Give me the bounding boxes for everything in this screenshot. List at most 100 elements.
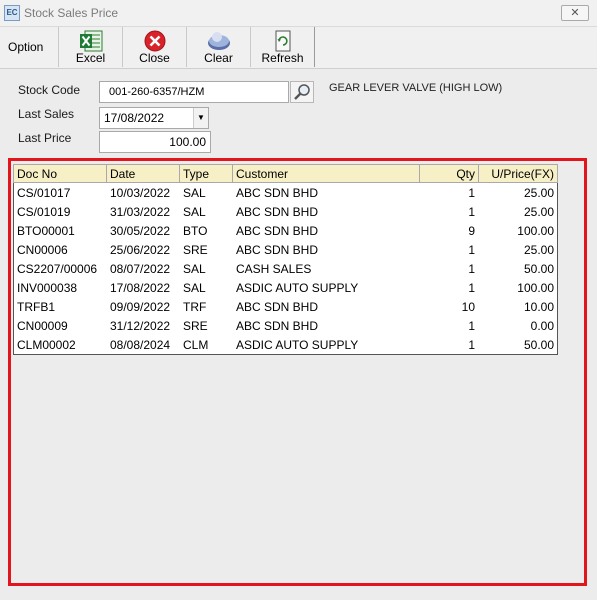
date-cell: 08/07/2022 bbox=[110, 261, 171, 276]
clear-label: Clear bbox=[204, 51, 233, 65]
type-cell: SAL bbox=[183, 261, 206, 276]
excel-icon bbox=[79, 30, 102, 52]
doc-no-cell: CS/01019 bbox=[13, 202, 107, 221]
qty-cell: 1 bbox=[468, 261, 475, 276]
column-header-unit-price[interactable]: U/Price(FX) bbox=[478, 164, 558, 183]
clear-icon bbox=[207, 32, 230, 50]
customer-cell: ABC SDN BHD bbox=[236, 223, 319, 238]
type-cell: SAL bbox=[183, 280, 206, 295]
close-button[interactable]: Close bbox=[122, 27, 187, 67]
stock-code-field[interactable]: 001-260-6357/HZM bbox=[99, 81, 289, 103]
window-title: Stock Sales Price bbox=[24, 6, 119, 20]
close-circle-icon bbox=[144, 30, 165, 52]
date-cell: 30/05/2022 bbox=[110, 223, 171, 238]
customer-cell: ASDIC AUTO SUPPLY bbox=[236, 280, 359, 295]
date-cell: 09/09/2022 bbox=[110, 299, 171, 314]
table-header-row: Doc No Date Type Customer Qty U/Price(FX… bbox=[13, 164, 558, 183]
unit-price-cell: 25.00 bbox=[478, 202, 558, 221]
qty-cell: 1 bbox=[468, 185, 475, 200]
doc-no-cell: CS2207/00006 bbox=[13, 259, 107, 278]
sales-price-grid-frame: Doc No Date Type Customer Qty U/Price(FX… bbox=[8, 158, 587, 586]
close-label: Close bbox=[139, 51, 170, 65]
doc-no-cell: CN00009 bbox=[13, 316, 107, 335]
table-row[interactable]: TRFB1 09/09/2022 TRF ABC SDN BHD 10 10.00 bbox=[13, 297, 558, 316]
qty-cell: 1 bbox=[468, 242, 475, 257]
table-row[interactable]: CN00009 31/12/2022 SRE ABC SDN BHD 1 0.00 bbox=[13, 316, 558, 335]
customer-cell: ABC SDN BHD bbox=[236, 242, 319, 257]
stock-search-button[interactable] bbox=[290, 81, 314, 103]
stock-code-label: Stock Code bbox=[18, 83, 81, 97]
last-sales-label: Last Sales bbox=[18, 107, 75, 121]
doc-no-cell: INV000038 bbox=[13, 278, 107, 297]
date-cell: 31/12/2022 bbox=[110, 318, 171, 333]
table-row[interactable]: CS/01017 10/03/2022 SAL ABC SDN BHD 1 25.00 bbox=[13, 182, 558, 202]
doc-no-cell: BTO00001 bbox=[13, 221, 107, 240]
stock-description: GEAR LEVER VALVE (HIGH LOW) bbox=[329, 82, 503, 94]
sales-price-table: Doc No Date Type Customer Qty U/Price(FX… bbox=[13, 164, 558, 355]
customer-cell: ABC SDN BHD bbox=[236, 299, 319, 314]
date-cell: 31/03/2022 bbox=[110, 204, 171, 219]
table-row[interactable]: BTO00001 30/05/2022 BTO ABC SDN BHD 9 100.00 bbox=[13, 221, 558, 240]
option-label: Option bbox=[8, 40, 44, 54]
window-close-button[interactable]: ✕ bbox=[561, 5, 589, 21]
date-cell: 08/08/2024 bbox=[106, 335, 180, 355]
customer-cell: CASH SALES bbox=[236, 261, 312, 276]
excel-button[interactable]: Excel bbox=[58, 27, 123, 67]
qty-cell: 9 bbox=[468, 223, 475, 238]
column-header-type[interactable]: Type bbox=[179, 164, 233, 183]
table-row[interactable]: INV000038 17/08/2022 SAL ASDIC AUTO SUPPLY 1… bbox=[13, 278, 558, 297]
type-cell: TRF bbox=[183, 299, 207, 314]
unit-price-cell: 50.00 bbox=[478, 335, 558, 355]
unit-price-cell: 10.00 bbox=[478, 297, 558, 316]
table-row[interactable]: CLM00002 08/08/2024 CLM ASDIC AUTO SUPPLY 1 5… bbox=[13, 335, 558, 355]
qty-cell: 1 bbox=[468, 318, 475, 333]
toolbar: Option Excel Close Clear Refresh bbox=[0, 27, 597, 69]
type-cell: SRE bbox=[183, 242, 208, 257]
refresh-icon bbox=[275, 30, 290, 52]
table-body: CS/01017 10/03/2022 SAL ABC SDN BHD 1 25.00 CS… bbox=[13, 182, 558, 355]
qty-cell: 1 bbox=[468, 204, 475, 219]
last-price-field[interactable]: 100.00 bbox=[99, 131, 211, 153]
unit-price-cell: 25.00 bbox=[478, 240, 558, 259]
qty-cell: 1 bbox=[468, 280, 475, 295]
refresh-label: Refresh bbox=[261, 51, 304, 65]
title-bar: EC Stock Sales Price ✕ bbox=[0, 0, 597, 27]
date-cell: 25/06/2022 bbox=[110, 242, 171, 257]
column-header-date[interactable]: Date bbox=[106, 164, 180, 183]
customer-cell: ASDIC AUTO SUPPLY bbox=[232, 335, 420, 355]
clear-button[interactable]: Clear bbox=[186, 27, 251, 67]
customer-cell: ABC SDN BHD bbox=[236, 185, 319, 200]
refresh-button[interactable]: Refresh bbox=[250, 27, 315, 67]
last-price-label: Last Price bbox=[18, 131, 72, 145]
table-row[interactable]: CS/01019 31/03/2022 SAL ABC SDN BHD 1 25.00 bbox=[13, 202, 558, 221]
last-sales-value: 17/08/2022 bbox=[104, 111, 165, 125]
type-cell: CLM bbox=[179, 335, 233, 355]
unit-price-cell: 100.00 bbox=[478, 221, 558, 240]
qty-cell: 1 bbox=[419, 335, 479, 355]
search-icon bbox=[294, 84, 310, 100]
type-cell: SAL bbox=[183, 185, 206, 200]
doc-no-cell: CLM00002 bbox=[13, 335, 107, 355]
column-header-doc-no[interactable]: Doc No bbox=[13, 164, 107, 183]
app-icon: EC bbox=[4, 5, 20, 21]
type-cell: BTO bbox=[183, 223, 208, 238]
column-header-qty[interactable]: Qty bbox=[419, 164, 479, 183]
table-row[interactable]: CN00006 25/06/2022 SRE ABC SDN BHD 1 25.00 bbox=[13, 240, 558, 259]
date-cell: 17/08/2022 bbox=[110, 280, 171, 295]
excel-label: Excel bbox=[75, 51, 106, 65]
chevron-down-icon[interactable]: ▼ bbox=[193, 108, 208, 128]
customer-cell: ABC SDN BHD bbox=[236, 318, 319, 333]
customer-cell: ABC SDN BHD bbox=[236, 204, 319, 219]
unit-price-cell: 50.00 bbox=[478, 259, 558, 278]
doc-no-cell: CN00006 bbox=[13, 240, 107, 259]
date-cell: 10/03/2022 bbox=[110, 185, 171, 200]
table-row[interactable]: CS2207/00006 08/07/2022 SAL CASH SALES 1 50.0… bbox=[13, 259, 558, 278]
unit-price-cell: 100.00 bbox=[478, 278, 558, 297]
unit-price-cell: 25.00 bbox=[478, 182, 558, 202]
column-header-customer[interactable]: Customer bbox=[232, 164, 420, 183]
last-sales-date-dropdown[interactable]: 17/08/2022 ▼ bbox=[99, 107, 209, 129]
doc-no-cell: CS/01017 bbox=[13, 182, 107, 202]
qty-cell: 10 bbox=[461, 299, 475, 314]
doc-no-cell: TRFB1 bbox=[13, 297, 107, 316]
type-cell: SAL bbox=[183, 204, 206, 219]
